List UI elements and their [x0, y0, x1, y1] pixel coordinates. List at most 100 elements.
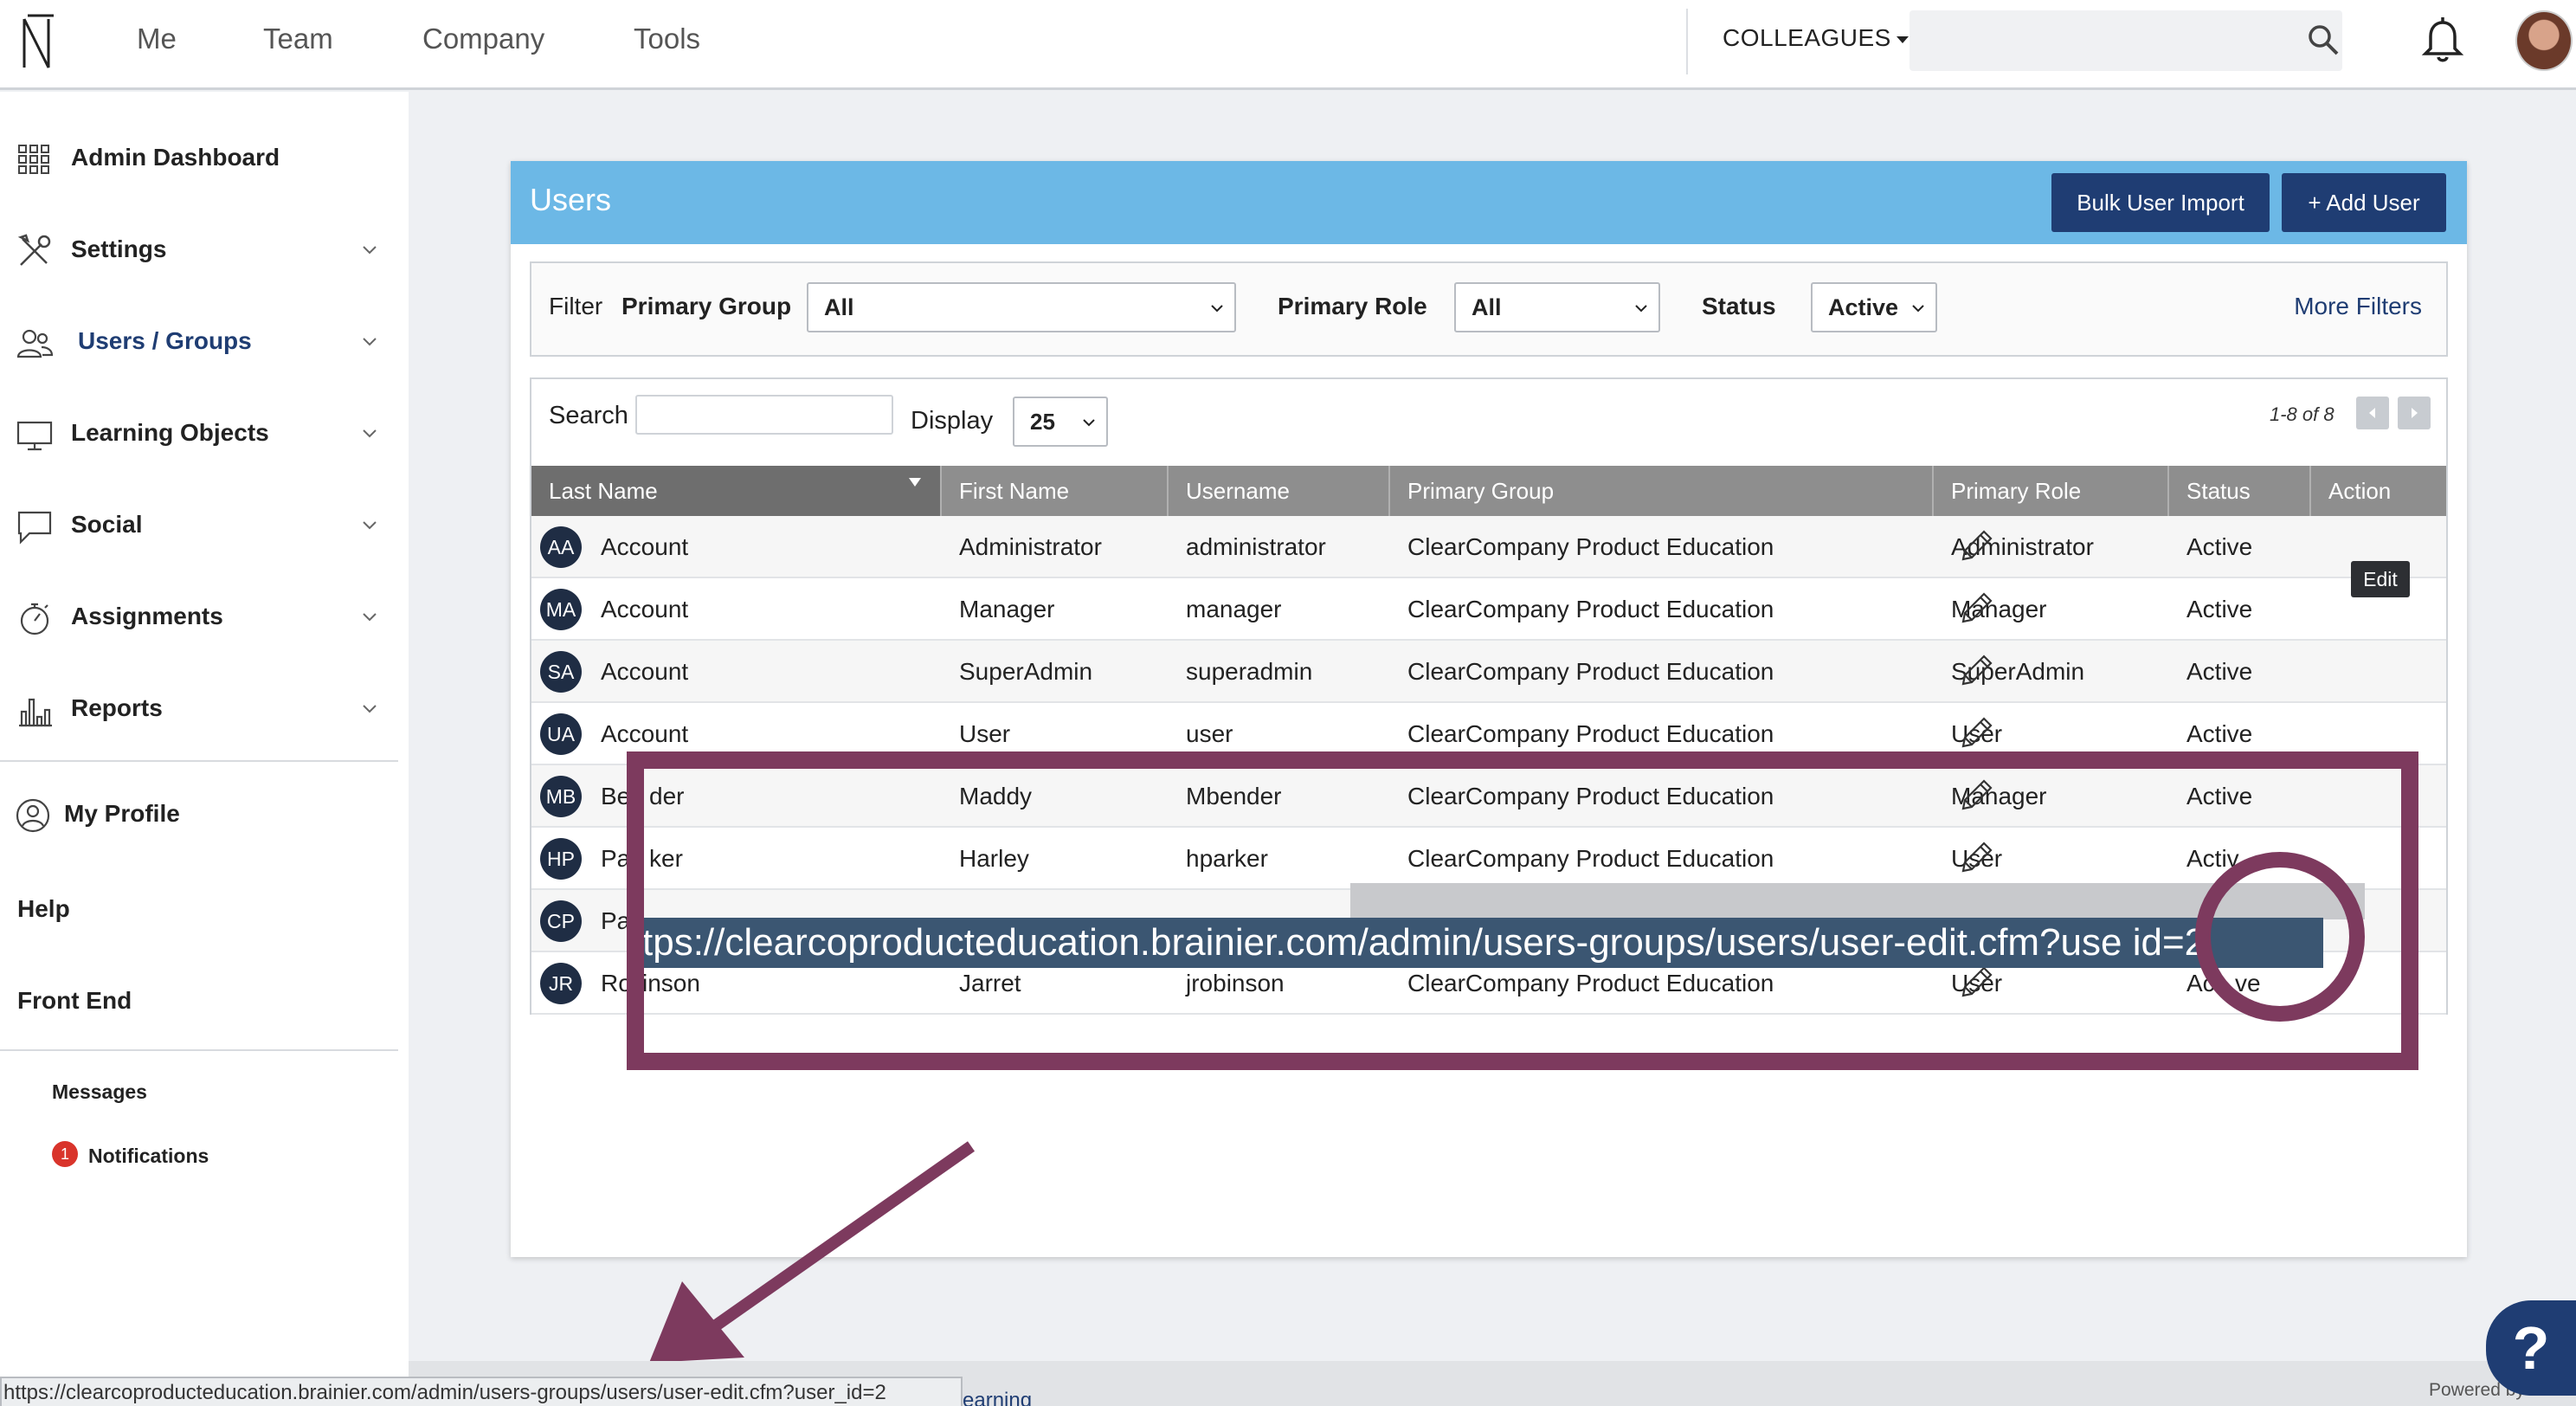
primary-role-label: Primary Role — [1278, 293, 1427, 319]
column-header-username[interactable]: Username — [1169, 466, 1390, 516]
chevron-down-icon — [363, 705, 377, 713]
chevron-down-icon — [363, 521, 377, 530]
sidebar-item-notifications[interactable]: Notifications — [88, 1145, 209, 1168]
table-row[interactable]: MA Account Manager manager ClearCompany … — [531, 578, 2446, 641]
colleagues-dropdown[interactable]: COLLEAGUES — [1723, 24, 1909, 52]
sidebar-item-admin-dashboard[interactable]: Admin Dashboard — [0, 125, 409, 194]
column-header-status[interactable]: Status — [2169, 466, 2311, 516]
display-count-select[interactable]: 25 — [1013, 397, 1108, 447]
pencil-edit-icon[interactable] — [1956, 589, 1996, 629]
sidebar-item-help[interactable]: Help — [17, 895, 70, 923]
column-header-label: Username — [1186, 478, 1290, 504]
sidebar-item-label: Reports — [71, 694, 163, 721]
cell-username: manager — [1186, 596, 1282, 622]
sidebar-item-label: Learning Objects — [71, 419, 269, 446]
browser-status-url: https://clearcoproducteducation.brainier… — [0, 1377, 963, 1406]
cell-username: user — [1186, 720, 1233, 747]
cell-username: superadmin — [1186, 658, 1313, 685]
cell-first-name: Administrator — [959, 533, 1102, 560]
table-search-input[interactable] — [635, 395, 893, 435]
user-initials-avatar: MB — [540, 776, 582, 817]
pager-next-button[interactable] — [2398, 397, 2431, 429]
column-header-last-name[interactable]: Last Name — [531, 466, 942, 516]
pencil-edit-icon[interactable] — [1956, 651, 1996, 691]
sidebar-item-label: Assignments — [71, 603, 223, 629]
sidebar-divider — [0, 1049, 398, 1051]
primary-role-select[interactable]: All — [1454, 282, 1660, 332]
page-title: Users — [530, 182, 612, 217]
caret-left-icon — [2369, 408, 2375, 418]
user-avatar[interactable] — [2515, 10, 2573, 71]
chevron-down-icon — [363, 338, 377, 346]
primary-group-label: Primary Group — [621, 293, 792, 319]
sidebar-item-front-end[interactable]: Front End — [17, 987, 132, 1015]
bell-icon[interactable] — [2418, 14, 2467, 66]
more-filters-link[interactable]: More Filters — [2294, 293, 2422, 320]
edit-tooltip: Edit — [2351, 561, 2410, 597]
user-initials-avatar: HP — [540, 838, 582, 880]
sidebar-item-label: Social — [71, 511, 143, 538]
nav-link-me[interactable]: Me — [137, 23, 177, 55]
monitor-icon — [16, 421, 53, 451]
cell-primary-group: ClearCompany Product Education — [1407, 533, 1774, 560]
global-search-input[interactable] — [1909, 10, 2342, 71]
column-header-label: Status — [2186, 478, 2251, 504]
user-initials-avatar: CP — [540, 900, 582, 942]
sidebar-item-my-profile[interactable]: My Profile — [0, 781, 409, 850]
sidebar-item-reports[interactable]: Reports — [0, 675, 409, 745]
column-header-label: Primary Role — [1951, 478, 2082, 504]
column-header-label: Last Name — [549, 478, 658, 504]
cell-last-name: Account — [601, 596, 689, 622]
column-header-label: Action — [2328, 478, 2392, 504]
primary-group-value: All — [824, 294, 854, 320]
status-label: Status — [1702, 293, 1776, 319]
cell-last-name: Account — [601, 533, 689, 560]
sidebar-item-users-groups[interactable]: Users / Groups — [0, 308, 409, 377]
primary-group-select[interactable]: All — [807, 282, 1236, 332]
annotation-highlight-circle — [2195, 852, 2365, 1022]
pager-prev-button[interactable] — [2356, 397, 2389, 429]
pager-count: 1-8 of 8 — [2270, 403, 2334, 425]
sidebar-item-label: Settings — [71, 235, 167, 262]
add-user-button[interactable]: + Add User — [2282, 173, 2446, 232]
sidebar-item-social[interactable]: Social — [0, 492, 409, 561]
table-row[interactable]: SA Account SuperAdmin superadmin ClearCo… — [531, 641, 2446, 703]
sidebar-divider — [0, 760, 398, 762]
user-initials-avatar: UA — [540, 713, 582, 755]
pencil-edit-icon[interactable] — [1956, 713, 1996, 753]
profile-icon — [16, 798, 50, 833]
nav-link-team[interactable]: Team — [263, 23, 333, 55]
cell-primary-group: ClearCompany Product Education — [1407, 596, 1774, 622]
sidebar-item-label: Admin Dashboard — [71, 144, 280, 171]
user-initials-avatar: SA — [540, 651, 582, 693]
notification-count-badge: 1 — [52, 1141, 78, 1167]
display-label: Display — [911, 407, 994, 435]
bulk-user-import-button[interactable]: Bulk User Import — [2051, 173, 2270, 232]
caret-down-icon — [1896, 35, 1909, 43]
table-search-label: Search — [549, 402, 628, 429]
table-row[interactable]: AA Account Administrator administrator C… — [531, 516, 2446, 578]
brand-logo[interactable] — [19, 12, 57, 71]
column-header-primary-role[interactable]: Primary Role — [1934, 466, 2169, 516]
sidebar-item-assignments[interactable]: Assignments — [0, 584, 409, 653]
cell-last-name: Account — [601, 658, 689, 685]
sidebar-item-learning-objects[interactable]: Learning Objects — [0, 400, 409, 469]
pencil-edit-icon[interactable] — [1956, 526, 1996, 566]
cell-status: Active — [2186, 533, 2253, 560]
column-header-first-name[interactable]: First Name — [942, 466, 1169, 516]
sidebar-item-settings[interactable]: Settings — [0, 216, 409, 286]
cell-primary-group: ClearCompany Product Education — [1407, 720, 1774, 747]
colleagues-label: COLLEAGUES — [1723, 24, 1891, 51]
nav-link-tools[interactable]: Tools — [632, 23, 700, 55]
status-select[interactable]: Active — [1811, 282, 1937, 332]
search-icon[interactable] — [2306, 23, 2341, 57]
user-initials-avatar: AA — [540, 526, 582, 568]
chevron-down-icon — [1912, 305, 1924, 313]
sidebar-item-messages[interactable]: Messages — [52, 1080, 147, 1104]
cell-status: Active — [2186, 720, 2253, 747]
nav-link-company[interactable]: Company — [422, 23, 544, 55]
help-button[interactable]: ? — [2486, 1300, 2576, 1396]
column-header-primary-group[interactable]: Primary Group — [1390, 466, 1934, 516]
footer-link[interactable]: earning — [963, 1389, 1032, 1406]
cell-first-name: SuperAdmin — [959, 658, 1093, 685]
